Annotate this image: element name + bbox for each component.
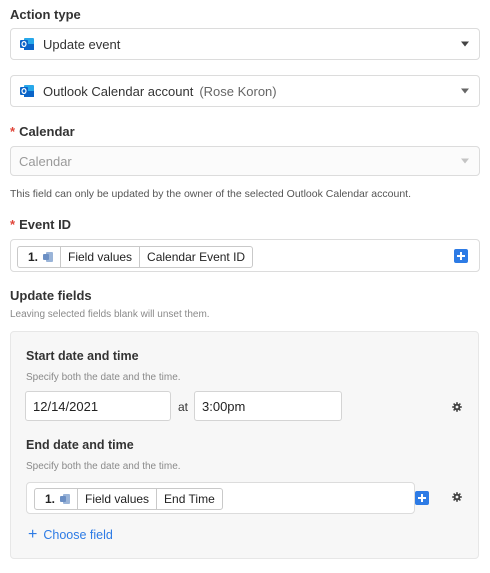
- end-datetime-label: End date and time: [26, 438, 134, 452]
- outlook-icon: [60, 494, 71, 504]
- token-field: Calendar Event ID: [139, 247, 252, 267]
- field-token[interactable]: 1. Field values Calendar Event ID: [17, 246, 254, 268]
- event-id-label: * Event ID: [10, 217, 71, 232]
- token-step: 1.: [35, 489, 77, 509]
- token-field: End Time: [156, 489, 222, 509]
- calendar-placeholder: Calendar: [19, 153, 72, 169]
- start-datetime-label: Start date and time: [26, 349, 139, 363]
- account-select[interactable]: Outlook Calendar account (Rose Koron): [10, 75, 480, 107]
- end-datetime-hint: Specify both the date and the time.: [26, 461, 181, 472]
- plus-icon: +: [28, 526, 38, 543]
- add-token-icon[interactable]: [415, 491, 429, 505]
- account-owner: (Rose Koron): [199, 83, 277, 99]
- token-group: Field values: [60, 247, 139, 267]
- chevron-down-icon: [461, 88, 469, 94]
- token-step-number: 1.: [28, 250, 39, 264]
- calendar-hint: This field can only be updated by the ow…: [10, 188, 411, 200]
- gear-icon[interactable]: [452, 402, 462, 412]
- required-marker: *: [10, 217, 16, 232]
- calendar-label-text: Calendar: [19, 124, 75, 139]
- token-group: Field values: [77, 489, 156, 509]
- choose-field-button[interactable]: + Choose field: [28, 526, 113, 543]
- event-id-field[interactable]: 1. Field values Calendar Event ID: [10, 239, 480, 272]
- start-date-input[interactable]: 12/14/2021: [25, 391, 171, 421]
- gear-icon[interactable]: [452, 492, 462, 502]
- required-marker: *: [10, 124, 16, 139]
- update-fields-panel: Start date and time Specify both the dat…: [10, 331, 479, 559]
- calendar-select[interactable]: Calendar: [10, 146, 480, 176]
- calendar-label: * Calendar: [10, 124, 75, 139]
- action-type-value: Update event: [43, 36, 121, 52]
- field-token[interactable]: 1. Field values End Time: [34, 488, 223, 510]
- start-datetime-hint: Specify both the date and the time.: [26, 372, 181, 383]
- action-type-select[interactable]: Update event: [10, 28, 480, 60]
- end-datetime-field[interactable]: 1. Field values End Time: [26, 482, 429, 514]
- chevron-down-icon: [461, 41, 469, 47]
- start-time-input[interactable]: 3:00pm: [194, 391, 342, 421]
- outlook-icon: [43, 252, 54, 262]
- add-token-icon[interactable]: [454, 249, 468, 263]
- choose-field-label: Choose field: [43, 528, 113, 542]
- update-fields-title: Update fields: [10, 288, 92, 303]
- token-step: 1.: [18, 247, 60, 267]
- chevron-down-icon: [461, 158, 469, 164]
- token-step-number: 1.: [45, 492, 56, 506]
- action-type-label: Action type: [10, 7, 81, 22]
- outlook-icon: [20, 38, 34, 50]
- outlook-icon: [20, 85, 34, 97]
- update-fields-hint: Leaving selected fields blank will unset…: [10, 309, 210, 320]
- event-id-label-text: Event ID: [19, 217, 72, 232]
- account-name: Outlook Calendar account: [43, 83, 194, 99]
- at-label: at: [178, 400, 189, 414]
